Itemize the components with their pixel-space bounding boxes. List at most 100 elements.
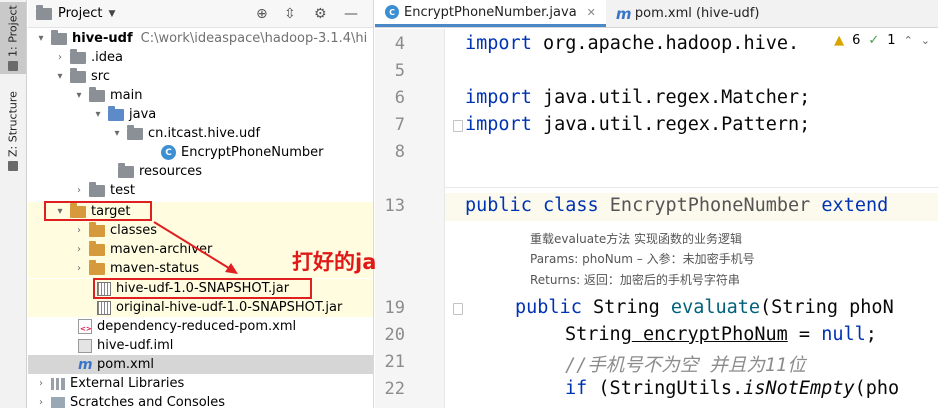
code-line-19: public String evaluate(String phoN (515, 297, 894, 318)
xml-file-icon (78, 319, 92, 334)
tree-item-encrypt-class[interactable]: C EncryptPhoneNumber (28, 143, 373, 162)
inspection-widget[interactable]: ▲ 6 ✓ 1 ⌃ ⌄ (834, 33, 930, 48)
folder-icon (89, 181, 105, 197)
line-number: 22 (384, 379, 405, 399)
tree-item-resources[interactable]: resources (28, 162, 373, 181)
code-class-name: EncryptPhoneNumber (598, 195, 811, 216)
code-keyword: class (531, 195, 599, 216)
fold-marker-icon[interactable] (453, 303, 463, 315)
fold-marker-icon[interactable] (453, 120, 463, 132)
tree-item-test[interactable]: › test (28, 181, 373, 200)
tree-item-dependency-pom[interactable]: dependency-reduced-pom.xml (28, 317, 373, 336)
line-number: 20 (384, 325, 405, 345)
tree-item-label: original-hive-udf-1.0-SNAPSHOT.jar (116, 300, 343, 315)
doc-line: Returns: 返回：加密后的手机号字符串 (530, 273, 740, 287)
structure-tool-tab[interactable]: Z: Structure (0, 90, 26, 172)
editor-tabs: C EncryptPhoneNumber.java ✕ m pom.xml (h… (375, 0, 938, 28)
tree-item-idea[interactable]: › .idea (28, 48, 373, 67)
chevron-right-icon[interactable]: › (35, 378, 47, 389)
tree-item-classes[interactable]: › classes (28, 221, 373, 240)
chevron-down-icon[interactable]: ▾ (92, 109, 104, 120)
code-keyword: if (565, 378, 588, 399)
chevron-down-icon[interactable]: ▾ (73, 90, 85, 101)
chevron-right-icon[interactable]: › (35, 397, 47, 408)
jar-highlight-box (93, 278, 312, 299)
chevron-down-icon[interactable]: ▾ (111, 128, 123, 139)
tree-item-external-libraries[interactable]: › External Libraries (28, 374, 373, 393)
tree-item-package[interactable]: ▾ cn.itcast.hive.udf (28, 124, 373, 143)
line-number: 13 (384, 196, 405, 216)
folded-region-separator (375, 187, 938, 188)
tab-encrypt-java[interactable]: C EncryptPhoneNumber.java ✕ (375, 0, 606, 27)
tree-item-label: classes (110, 223, 158, 238)
chevron-right-icon[interactable]: › (54, 52, 66, 63)
code-text: java.util.regex.Matcher; (531, 87, 811, 108)
excluded-folder-icon (89, 240, 105, 256)
maven-icon: m (615, 4, 632, 23)
chevron-right-icon[interactable]: › (73, 263, 85, 274)
tree-item-label: src (91, 69, 110, 84)
tree-item-label: .idea (91, 50, 123, 65)
code-type: String (565, 324, 632, 345)
structure-icon (8, 160, 18, 171)
excluded-folder-icon (89, 259, 105, 275)
tab-label: pom.xml (hive-udf) (634, 6, 760, 21)
module-folder-icon (51, 29, 67, 45)
check-icon: ✓ (868, 33, 880, 48)
tree-item-scratches[interactable]: › Scratches and Consoles (28, 393, 373, 408)
class-icon: C (385, 5, 399, 19)
tree-item-java[interactable]: ▾ java (28, 105, 373, 124)
tree-item-label: cn.itcast.hive.udf (148, 126, 261, 141)
tree-item-main[interactable]: ▾ main (28, 86, 373, 105)
scratches-icon (51, 396, 65, 408)
chevron-right-icon[interactable]: › (73, 225, 85, 236)
chevron-down-icon[interactable]: ⌄ (921, 34, 930, 47)
tree-item-original-jar[interactable]: original-hive-udf-1.0-SNAPSHOT.jar (28, 298, 373, 317)
tree-item-label: maven-archiver (110, 242, 213, 257)
excluded-folder-icon (89, 221, 105, 237)
tree-item-label: test (110, 183, 135, 198)
tree-item-label: dependency-reduced-pom.xml (97, 319, 297, 334)
target-highlight-box (44, 201, 152, 221)
locate-icon[interactable]: ⊕ (256, 6, 268, 22)
chevron-right-icon[interactable]: › (73, 244, 85, 255)
tab-pom-xml[interactable]: m pom.xml (hive-udf) (606, 0, 770, 27)
resources-folder-icon (118, 162, 134, 178)
collapse-all-icon[interactable]: ⇳ (284, 6, 296, 22)
tree-item-hive-udf[interactable]: ▾ hive-udf C:\work\ideaspace\hadoop-3.1.… (28, 29, 373, 48)
chevron-up-icon[interactable]: ⌃ (904, 34, 913, 47)
panel-title[interactable]: Project (58, 6, 102, 21)
project-tool-tab-label: 1: Project (6, 5, 20, 57)
code-keyword: import (465, 114, 532, 135)
tree-item-label: Scratches and Consoles (70, 395, 226, 408)
hide-icon[interactable]: — (344, 6, 358, 22)
tree-item-pom[interactable]: m pom.xml (28, 355, 373, 374)
folder-icon (89, 86, 105, 102)
chevron-down-icon[interactable]: ▾ (35, 33, 47, 44)
iml-file-icon (78, 338, 92, 353)
gear-icon[interactable]: ⚙ (314, 6, 327, 22)
line-number: 21 (384, 352, 405, 372)
chevron-down-icon[interactable]: ▾ (54, 71, 66, 82)
code-variable: encryptPhoNum (631, 324, 788, 345)
project-folder-icon (36, 4, 52, 20)
package-icon (127, 124, 143, 140)
chevron-down-icon[interactable]: ▼ (108, 9, 115, 19)
code-text: (pho (854, 378, 900, 399)
code-line-7: import java.util.regex.Pattern; (465, 114, 810, 135)
code-keyword: null (821, 324, 866, 345)
code-method-name: isNotEmpty (743, 378, 855, 399)
project-tool-tab[interactable]: 1: Project (0, 2, 26, 74)
project-panel-header: Project ▼ ⊕ ⇳ ⚙ — (28, 0, 373, 28)
folder-icon (70, 48, 86, 64)
chevron-right-icon[interactable]: › (73, 185, 85, 196)
tree-item-label: EncryptPhoneNumber (181, 145, 324, 160)
tab-label: EncryptPhoneNumber.java (404, 4, 577, 20)
doc-line: Params: phoNum – 入参：未加密手机号 (530, 252, 755, 266)
code-text: java.util.regex.Pattern; (531, 114, 811, 135)
close-icon[interactable]: ✕ (587, 6, 596, 19)
warning-count: 6 (852, 33, 861, 48)
tree-item-label: External Libraries (70, 376, 185, 391)
tree-item-iml[interactable]: hive-udf.iml (28, 336, 373, 355)
tree-item-src[interactable]: ▾ src (28, 67, 373, 86)
